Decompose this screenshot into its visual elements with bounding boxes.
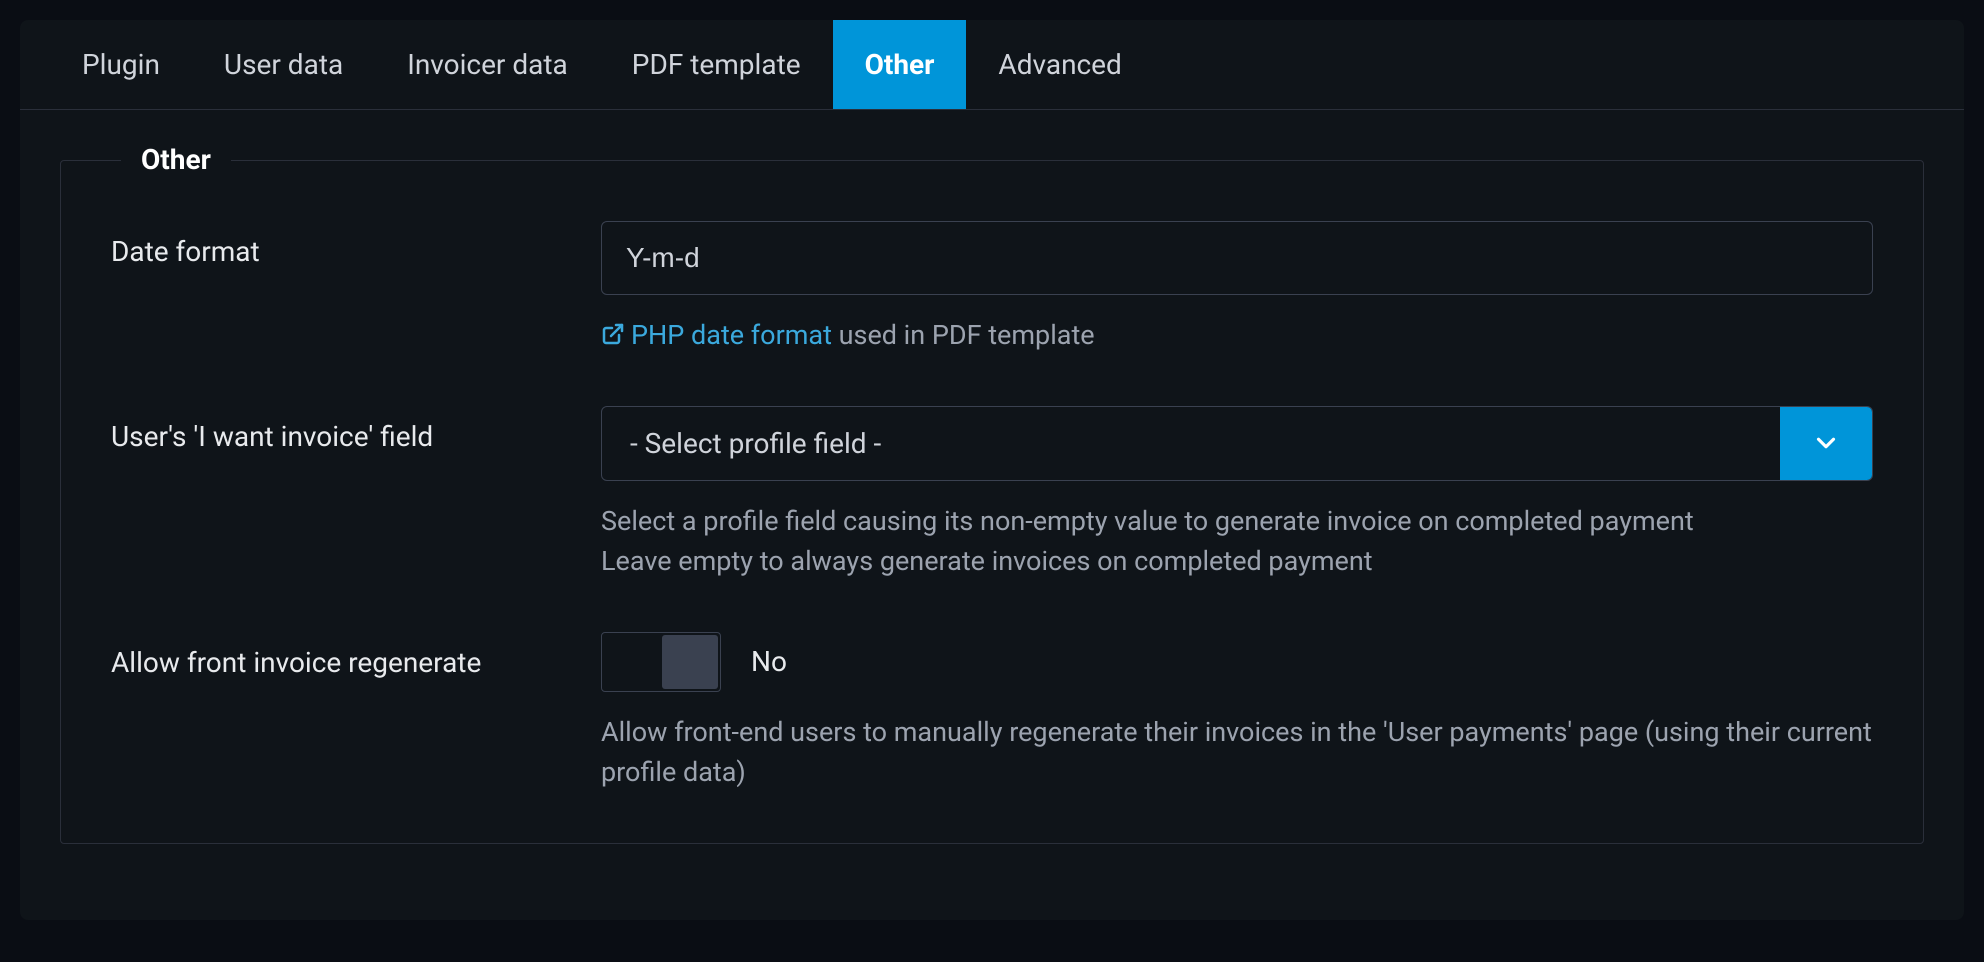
row-date-format: Date format PHP date format used in PDF …: [111, 221, 1873, 356]
link-php-date-format[interactable]: PHP date format: [601, 319, 832, 351]
help-want-invoice: Select a profile field causing its non-e…: [601, 501, 1873, 582]
label-date-format: Date format: [111, 221, 601, 356]
chevron-down-icon: [1811, 428, 1841, 458]
tab-user-data[interactable]: User data: [192, 20, 375, 109]
tab-plugin[interactable]: Plugin: [50, 20, 192, 109]
select-profile-field[interactable]: - Select profile field -: [601, 406, 1873, 481]
other-fieldset: Other Date format PHP date format used i…: [60, 160, 1924, 844]
toggle-state-label: No: [751, 645, 787, 678]
select-profile-field-value: - Select profile field -: [602, 407, 1780, 480]
select-arrow-button[interactable]: [1780, 407, 1872, 480]
row-allow-regenerate: Allow front invoice regenerate No Allow …: [111, 632, 1873, 793]
tabs-bar: Plugin User data Invoicer data PDF templ…: [20, 20, 1964, 110]
help-allow-regenerate: Allow front-end users to manually regene…: [601, 712, 1873, 793]
help-want-invoice-line1: Select a profile field causing its non-e…: [601, 501, 1873, 542]
toggle-handle: [662, 635, 718, 689]
row-want-invoice: User's 'I want invoice' field - Select p…: [111, 406, 1873, 582]
external-link-icon: [601, 322, 625, 346]
tab-pdf-template[interactable]: PDF template: [600, 20, 833, 109]
help-want-invoice-line2: Leave empty to always generate invoices …: [601, 541, 1873, 582]
help-date-format: PHP date format used in PDF template: [601, 315, 1873, 356]
label-allow-regenerate: Allow front invoice regenerate: [111, 632, 601, 793]
tab-other[interactable]: Other: [833, 20, 967, 109]
section-title: Other: [121, 143, 231, 176]
toggle-allow-regenerate[interactable]: [601, 632, 721, 692]
tab-invoicer-data[interactable]: Invoicer data: [375, 20, 600, 109]
tab-advanced[interactable]: Advanced: [966, 20, 1153, 109]
label-want-invoice: User's 'I want invoice' field: [111, 406, 601, 582]
input-date-format[interactable]: [601, 221, 1873, 295]
help-date-format-suffix: used in PDF template: [832, 319, 1095, 351]
link-text-php-date: PHP date format: [631, 319, 832, 351]
